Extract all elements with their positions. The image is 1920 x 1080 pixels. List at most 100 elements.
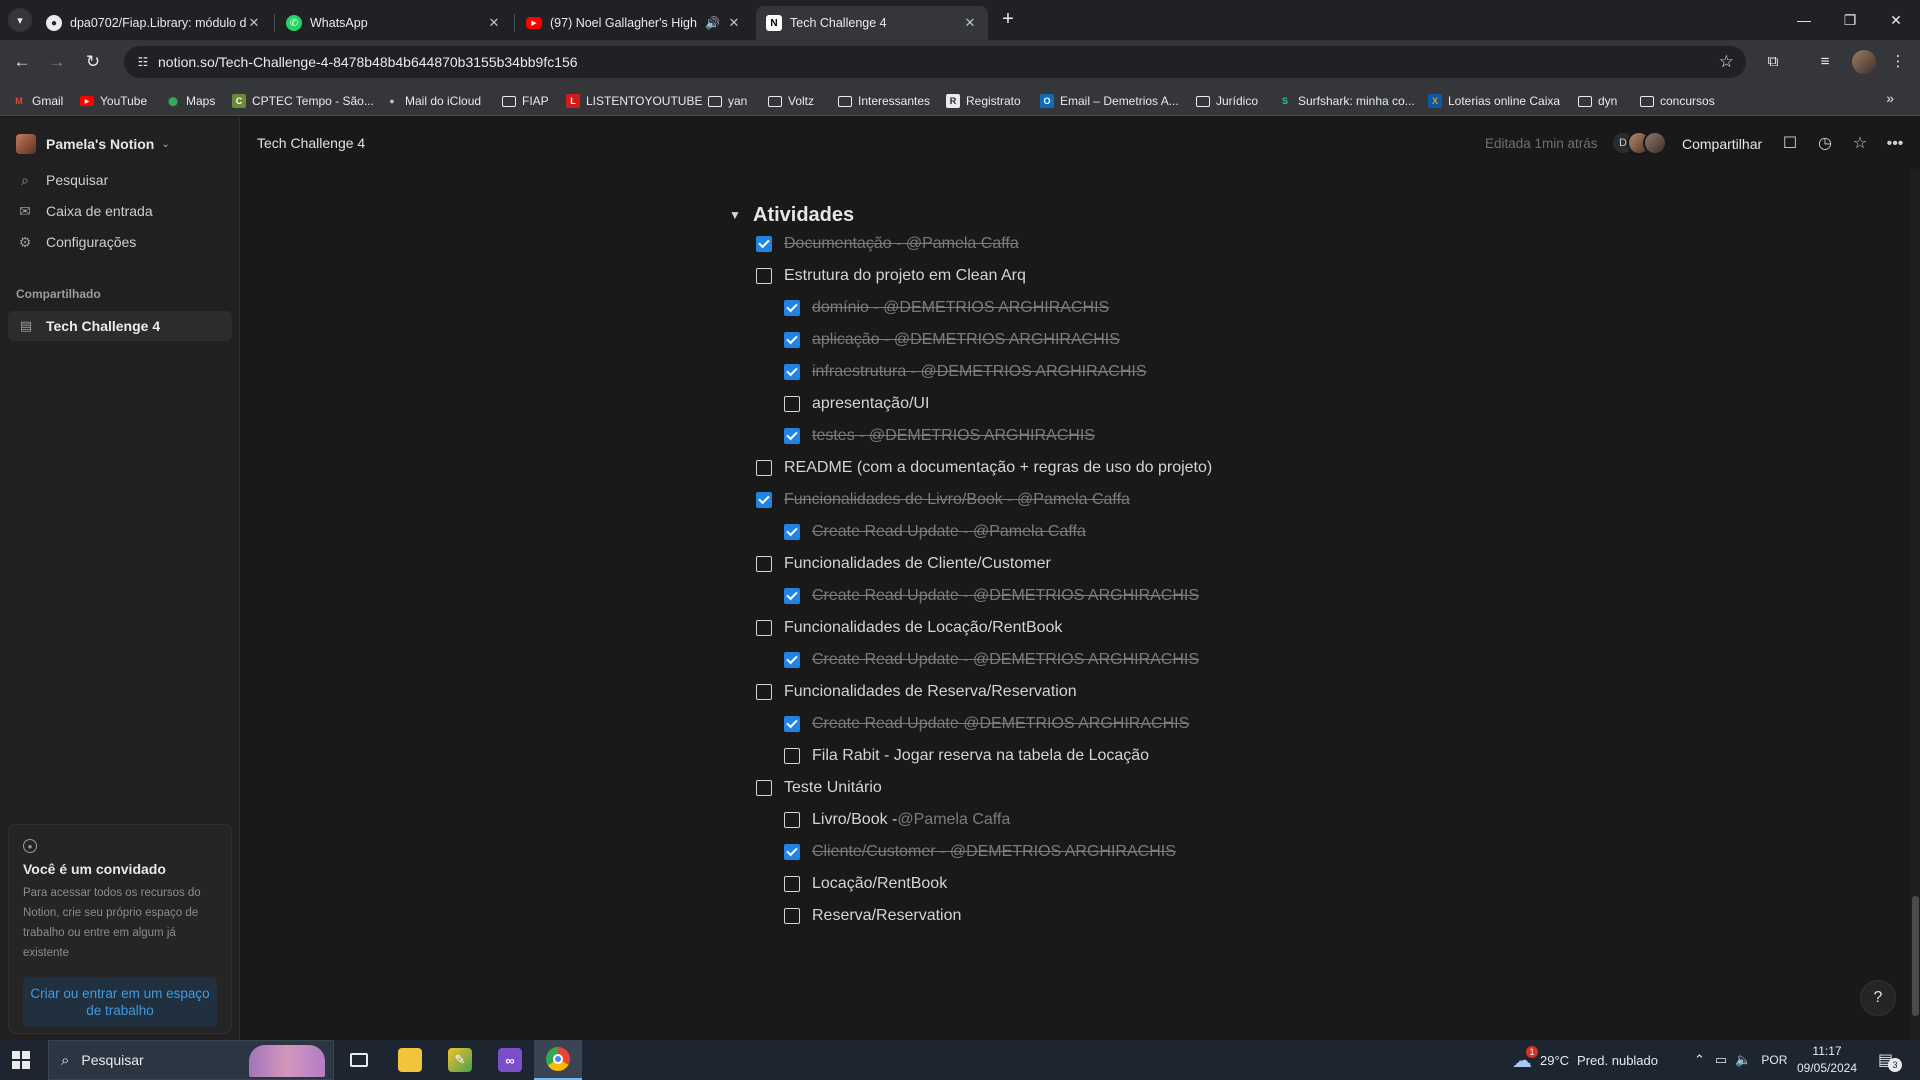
todo-text[interactable]: domínio - @DEMETRIOS ARGHIRACHIS — [812, 299, 1109, 317]
todo-text[interactable]: Fila Rabit - Jogar reserva na tabela de … — [812, 747, 1149, 765]
bookmark-listentoyoutube[interactable]: L LISTENTOYOUTUBE — [566, 92, 702, 110]
notification-center[interactable]: ▤ 3 — [1878, 1040, 1902, 1080]
checkbox-unchecked[interactable] — [756, 460, 772, 476]
checkbox-checked[interactable] — [784, 524, 800, 540]
minimize-button[interactable]: — — [1781, 0, 1827, 40]
share-button[interactable]: Compartilhar — [1682, 136, 1762, 152]
new-tab-button[interactable]: + — [996, 8, 1020, 32]
todo-text[interactable]: infraestrutura - @DEMETRIOS ARGHIRACHIS — [812, 363, 1147, 381]
kebab-menu-icon[interactable]: ⋮ — [1886, 50, 1910, 74]
extensions-icon[interactable]: ⧉ — [1761, 50, 1785, 74]
network-icon[interactable]: ▭ — [1715, 1052, 1727, 1068]
checkbox-unchecked[interactable] — [756, 620, 772, 636]
close-icon[interactable]: ✕ — [726, 15, 742, 31]
todo-text[interactable]: Create Read Update - @Pamela Caffa — [812, 523, 1086, 541]
todo-text[interactable]: Cliente/Customer - @DEMETRIOS ARGHIRACHI… — [812, 843, 1176, 861]
taskbar-clock[interactable]: 11:17 09/05/2024 — [1790, 1043, 1864, 1077]
todo-text[interactable]: Funcionalidades de Reserva/Reservation — [784, 683, 1077, 701]
todo-text[interactable]: Locação/RentBook — [812, 875, 947, 893]
bookmark-icloud-mail[interactable]: ● Mail do iCloud — [385, 92, 481, 110]
double-chevron-right-icon[interactable]: » — [1886, 90, 1894, 106]
site-info-icon[interactable]: ☷ — [134, 53, 152, 71]
todo-text[interactable]: Reserva/Reservation — [812, 907, 961, 925]
sidebar-item-search[interactable]: ⌕ Pesquisar — [16, 168, 108, 192]
checkbox-checked[interactable] — [784, 428, 800, 444]
tab-youtube[interactable]: ▶ (97) Noel Gallagher's High F 🔊 ✕ — [516, 6, 752, 40]
sidebar-item-settings[interactable]: ⚙ Configurações — [16, 230, 137, 254]
todo-text[interactable]: Funcionalidades de Locação/RentBook — [784, 619, 1062, 637]
taskbar-file-explorer[interactable] — [386, 1040, 434, 1080]
sidebar-item-tech-challenge-4[interactable]: ▤ Tech Challenge 4 — [8, 311, 232, 341]
task-view-button[interactable] — [335, 1040, 383, 1080]
window-close-button[interactable]: ✕ — [1873, 0, 1919, 40]
windows-start-icon[interactable] — [12, 1051, 30, 1069]
url-text[interactable]: notion.so/Tech-Challenge-4-8478b48b4b644… — [158, 54, 578, 70]
bookmark-gmail[interactable]: M Gmail — [12, 92, 63, 110]
tab-search-button[interactable]: ▾ — [8, 8, 32, 32]
taskbar-visual-studio[interactable]: ∞ — [486, 1040, 534, 1080]
todo-text[interactable]: Create Read Update @DEMETRIOS ARGHIRACHI… — [812, 715, 1189, 733]
close-icon[interactable]: ✕ — [962, 15, 978, 31]
todo-text[interactable]: apresentação/UI — [812, 395, 929, 413]
taskbar-app-editor[interactable]: ✎ — [436, 1040, 484, 1080]
breadcrumb[interactable]: Tech Challenge 4 — [257, 135, 365, 151]
todo-text[interactable]: testes - @DEMETRIOS ARGHIRACHIS — [812, 427, 1095, 445]
bookmark-folder-juridico[interactable]: Jurídico — [1196, 92, 1258, 110]
checkbox-unchecked[interactable] — [784, 876, 800, 892]
checkbox-checked[interactable] — [784, 364, 800, 380]
bookmark-loterias[interactable]: X Loterias online Caixa — [1428, 92, 1560, 110]
todo-text[interactable]: Documentação - @Pamela Caffa — [784, 235, 1019, 253]
checkbox-unchecked[interactable] — [784, 908, 800, 924]
todo-text[interactable]: Funcionalidades de Livro/Book - @Pamela … — [784, 491, 1130, 509]
bookmark-star-icon[interactable]: ☆ — [1719, 52, 1734, 72]
checkbox-unchecked[interactable] — [784, 396, 800, 412]
create-workspace-button[interactable]: Criar ou entrar em um espaço de trabalho — [23, 977, 217, 1027]
checkbox-checked[interactable] — [784, 588, 800, 604]
checkbox-unchecked[interactable] — [784, 812, 800, 828]
toggle-heading-atividades[interactable]: ▼ Atividades — [729, 200, 854, 230]
profile-avatar[interactable] — [1852, 50, 1876, 74]
taskbar-chrome[interactable] — [534, 1040, 582, 1080]
bookmark-youtube[interactable]: ▶ YouTube — [80, 92, 147, 110]
language-indicator[interactable]: POR — [1761, 1053, 1787, 1067]
checkbox-unchecked[interactable] — [756, 268, 772, 284]
workspace-switcher[interactable]: Pamela's Notion ⌄ — [16, 133, 170, 155]
checkbox-checked[interactable] — [756, 236, 772, 252]
checkbox-checked[interactable] — [784, 716, 800, 732]
checkbox-checked[interactable] — [784, 844, 800, 860]
todo-text[interactable]: Teste Unitário — [784, 779, 882, 797]
scrollbar-thumb[interactable] — [1912, 896, 1919, 1016]
todo-text[interactable]: aplicação - @DEMETRIOS ARGHIRACHIS — [812, 331, 1120, 349]
sidebar-item-inbox[interactable]: ✉ Caixa de entrada — [16, 199, 153, 223]
back-button[interactable]: ← — [10, 50, 34, 74]
triangle-down-icon[interactable]: ▼ — [729, 208, 751, 222]
todo-text[interactable]: Livro/Book - — [812, 811, 897, 829]
close-icon[interactable]: ✕ — [486, 15, 502, 31]
checkbox-unchecked[interactable] — [784, 748, 800, 764]
bookmark-folder-fiap[interactable]: FIAP — [502, 92, 549, 110]
comment-icon[interactable]: ☐ — [1779, 133, 1801, 155]
bookmark-folder-interessantes[interactable]: Interessantes — [838, 92, 930, 110]
volume-icon[interactable]: 🔈 — [1735, 1052, 1751, 1068]
bookmark-folder-voltz[interactable]: Voltz — [768, 92, 814, 110]
tab-notion[interactable]: N Tech Challenge 4 ✕ — [756, 6, 988, 40]
tab-github[interactable]: ● dpa0702/Fiap.Library: módulo d ✕ — [36, 6, 272, 40]
favorite-star-icon[interactable]: ☆ — [1849, 133, 1871, 155]
speaker-icon[interactable]: 🔊 — [705, 16, 720, 30]
todo-text[interactable]: Create Read Update - @DEMETRIOS ARGHIRAC… — [812, 651, 1199, 669]
bookmark-cptec[interactable]: C CPTEC Tempo - São... — [232, 92, 374, 110]
bookmark-folder-dyn[interactable]: dyn — [1578, 92, 1617, 110]
more-options-icon[interactable]: ••• — [1884, 133, 1906, 155]
close-icon[interactable]: ✕ — [246, 15, 262, 31]
bookmark-registrato[interactable]: R Registrato — [946, 92, 1021, 110]
reload-button[interactable]: ↻ — [81, 50, 105, 74]
checkbox-unchecked[interactable] — [756, 684, 772, 700]
todo-text[interactable]: Estrutura do projeto em Clean Arq — [784, 267, 1026, 285]
tab-whatsapp[interactable]: ✆ WhatsApp ✕ — [276, 6, 512, 40]
taskbar-search[interactable]: ⌕ Pesquisar — [48, 1040, 334, 1080]
media-controls-icon[interactable]: ≡ — [1813, 50, 1837, 74]
restore-button[interactable]: ❐ — [1827, 0, 1873, 40]
checkbox-checked[interactable] — [756, 492, 772, 508]
forward-button[interactable]: → — [45, 50, 69, 74]
collaborator-avatars[interactable]: D — [1611, 131, 1667, 157]
